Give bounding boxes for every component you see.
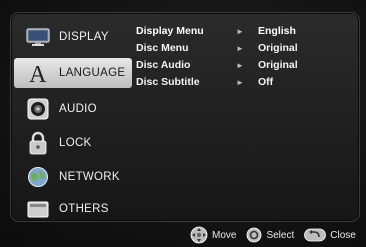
setting-row-disc-subtitle[interactable]: Disc Subtitle ► Off — [136, 73, 356, 91]
sidebar-item-label: LOCK — [59, 137, 92, 149]
sidebar-item-lock[interactable]: LOCK — [14, 128, 132, 158]
arrow-right-icon: ► — [236, 60, 244, 70]
sidebar-item-label: AUDIO — [59, 103, 97, 115]
setting-label: Disc Subtitle — [136, 76, 200, 88]
sidebar-item-network[interactable]: NETWORK — [14, 162, 132, 192]
setting-row-disc-menu[interactable]: Disc Menu ► Original — [136, 39, 356, 57]
select-hint: Select — [246, 227, 294, 243]
select-label: Select — [266, 229, 295, 241]
sidebar-item-audio[interactable]: AUDIO — [14, 94, 132, 124]
setting-label: Disc Audio — [136, 59, 191, 71]
display-icon — [26, 26, 50, 48]
audio-icon — [26, 98, 50, 120]
setting-value: English — [258, 25, 296, 37]
setting-label: Display Menu — [136, 25, 204, 37]
setting-row-display-menu[interactable]: Display Menu ► English — [136, 22, 356, 40]
footer-hints: Move Select Close — [190, 226, 356, 244]
lock-icon — [26, 131, 50, 155]
move-label: Move — [212, 229, 237, 241]
close-hint: Close — [304, 228, 356, 242]
sidebar-item-label: OTHERS — [59, 203, 109, 215]
setting-label: Disc Menu — [136, 42, 189, 54]
setup-sidebar: DISPLAY A LANGUAGE AUDIO LOCK NETWORK OT… — [14, 16, 132, 218]
arrow-right-icon: ► — [236, 77, 244, 87]
move-hint: Move — [190, 226, 236, 244]
enter-icon — [247, 227, 262, 243]
svg-text:A: A — [29, 62, 47, 84]
sidebar-item-display[interactable]: DISPLAY — [14, 22, 132, 52]
setting-value: Original — [258, 59, 298, 71]
language-icon: A — [26, 62, 50, 84]
setting-value: Original — [258, 42, 298, 54]
sidebar-item-others[interactable]: OTHERS — [14, 194, 132, 224]
sidebar-item-label: NETWORK — [59, 171, 120, 183]
network-icon — [26, 166, 50, 188]
arrow-right-icon: ► — [236, 43, 244, 53]
others-icon — [26, 198, 50, 220]
setting-value: Off — [258, 76, 274, 88]
sidebar-item-label: DISPLAY — [59, 31, 109, 43]
setting-row-disc-audio[interactable]: Disc Audio ► Original — [136, 56, 356, 74]
dpad-icon — [190, 226, 208, 244]
arrow-right-icon: ► — [236, 26, 244, 36]
return-icon — [304, 228, 327, 242]
sidebar-item-label: LANGUAGE — [59, 67, 126, 79]
sidebar-item-language[interactable]: A LANGUAGE — [14, 58, 132, 88]
close-label: Close — [330, 229, 356, 241]
